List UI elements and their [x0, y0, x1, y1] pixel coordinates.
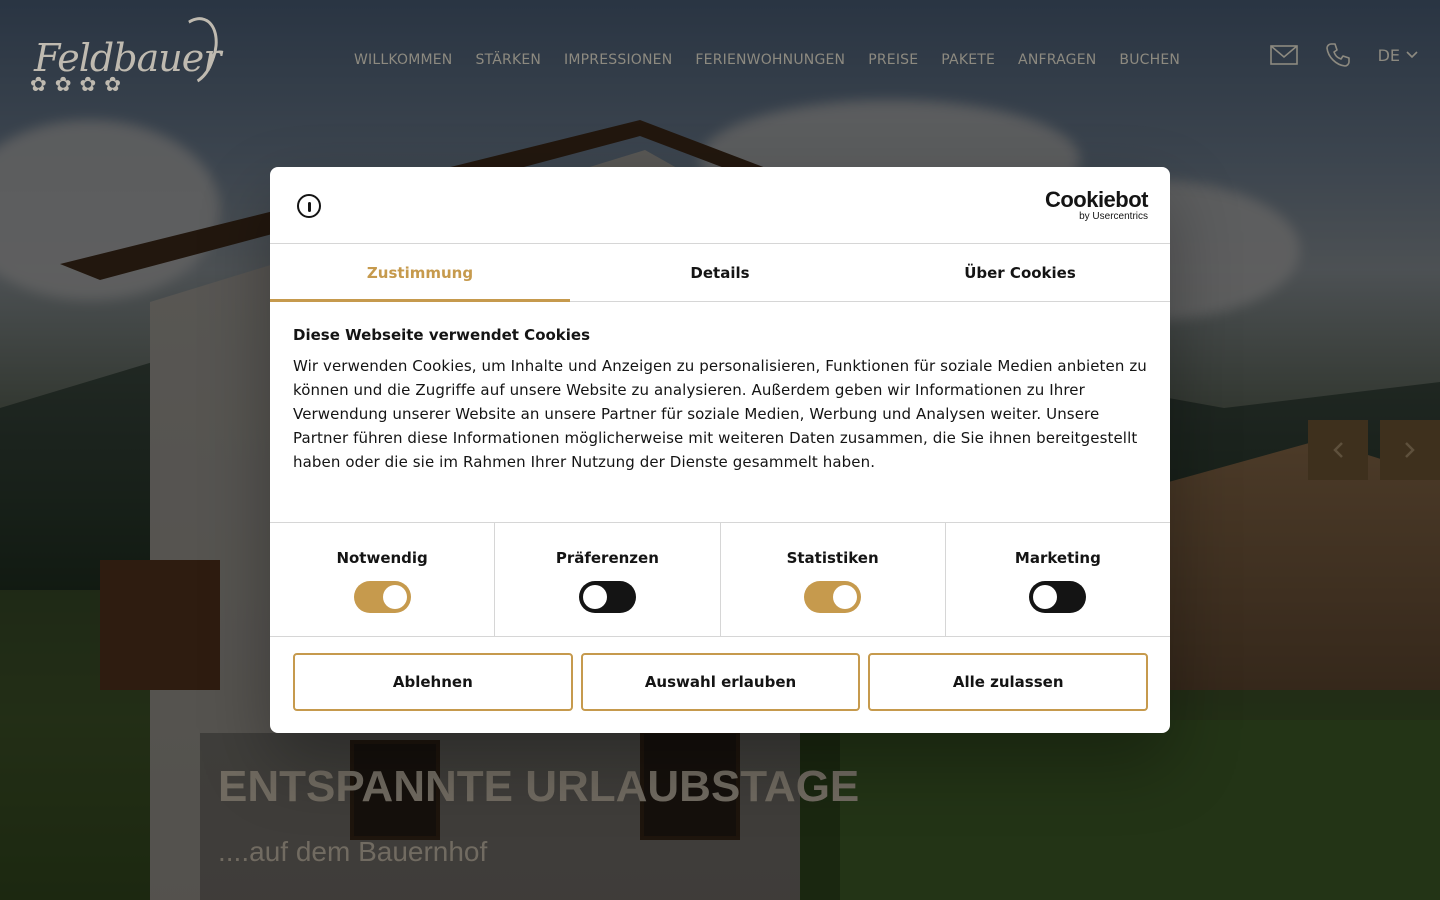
- nav-item-ferienwohnungen[interactable]: FERIENWOHNUNGEN: [695, 52, 845, 68]
- flower-icon: ✿: [79, 72, 97, 96]
- dialog-body: Diese Webseite verwendet Cookies Wir ver…: [270, 302, 1170, 523]
- main-nav: WILLKOMMEN STÄRKEN IMPRESSIONEN FERIENWO…: [354, 52, 1203, 68]
- chevron-left-icon: [1333, 442, 1343, 458]
- chevron-right-icon: [1405, 442, 1415, 458]
- mail-icon[interactable]: [1269, 42, 1298, 68]
- nav-item-staerken[interactable]: STÄRKEN: [475, 52, 541, 68]
- hero-caption-panel: [200, 733, 840, 900]
- category-praeferenzen: Präferenzen: [495, 523, 721, 636]
- category-label: Notwendig: [336, 549, 428, 567]
- phone-icon[interactable]: [1324, 42, 1352, 68]
- category-notwendig: Notwendig: [270, 523, 496, 636]
- cookiebot-name: Cookiebot: [1044, 187, 1149, 212]
- nav-item-impressionen[interactable]: IMPRESSIONEN: [564, 52, 672, 68]
- site-logo[interactable]: Feldbauer ✿ ✿ ✿ ✿: [30, 10, 227, 98]
- allow-selection-button[interactable]: Auswahl erlauben: [580, 653, 861, 711]
- header-actions: DE: [1244, 42, 1418, 68]
- tab-details[interactable]: Details: [570, 244, 870, 301]
- flower-icon: ✿: [104, 72, 122, 96]
- statistiken-toggle[interactable]: [804, 581, 862, 613]
- dialog-header: Cookiebot by Usercentrics: [270, 167, 1170, 244]
- chevron-down-icon: [1406, 51, 1418, 59]
- nav-item-preise[interactable]: PREISE: [868, 52, 918, 68]
- marketing-toggle[interactable]: [1029, 581, 1087, 613]
- allow-all-button[interactable]: Alle zulassen: [868, 653, 1149, 711]
- cookiebot-logo[interactable]: Cookiebot by Usercentrics: [1044, 187, 1149, 223]
- hero-subtitle: ....auf dem Bauernhof: [218, 836, 488, 867]
- dialog-title: Diese Webseite verwendet Cookies: [293, 326, 591, 344]
- dialog-tabs: Zustimmung Details Über Cookies: [270, 244, 1170, 302]
- logo-flowers: ✿ ✿ ✿ ✿: [30, 74, 121, 94]
- slider-prev-button[interactable]: [1308, 420, 1368, 480]
- decline-button[interactable]: Ablehnen: [293, 653, 573, 711]
- category-marketing: Marketing: [946, 523, 1170, 636]
- dialog-buttons: Ablehnen Auswahl erlauben Alle zulassen: [270, 637, 1170, 711]
- flower-icon: ✿: [30, 72, 47, 96]
- slider-next-button[interactable]: [1380, 420, 1440, 480]
- cookiebot-byline: by Usercentrics: [1079, 211, 1148, 222]
- category-label: Statistiken: [786, 549, 879, 567]
- tab-zustimmung[interactable]: Zustimmung: [270, 244, 570, 302]
- language-switcher[interactable]: DE: [1378, 46, 1418, 65]
- site-header: Feldbauer ✿ ✿ ✿ ✿ WILLKOMMEN STÄRKEN IMP…: [0, 0, 1440, 120]
- nav-item-willkommen[interactable]: WILLKOMMEN: [354, 52, 452, 68]
- nav-item-anfragen[interactable]: ANFRAGEN: [1018, 52, 1096, 68]
- praeferenzen-toggle[interactable]: [578, 581, 636, 613]
- category-statistiken: Statistiken: [721, 523, 946, 636]
- tab-ueber-cookies[interactable]: Über Cookies: [870, 244, 1170, 301]
- cookiebot-badge-icon: [297, 194, 321, 218]
- category-label: Präferenzen: [555, 549, 659, 567]
- language-label: DE: [1377, 45, 1400, 65]
- nav-item-pakete[interactable]: PAKETE: [941, 52, 995, 68]
- notwendig-toggle[interactable]: [353, 581, 411, 613]
- hero-title: ENTSPANNTE URLAUBSTAGE: [218, 762, 860, 811]
- category-label: Marketing: [1014, 549, 1101, 567]
- consent-categories: Notwendig Präferenzen Statistiken Market…: [270, 523, 1170, 637]
- nav-item-buchen[interactable]: BUCHEN: [1119, 52, 1180, 68]
- dialog-description: Wir verwenden Cookies, um Inhalte und An…: [293, 357, 1147, 471]
- cookie-consent-dialog: Cookiebot by Usercentrics Zustimmung Det…: [270, 167, 1170, 733]
- flower-icon: ✿: [54, 72, 72, 96]
